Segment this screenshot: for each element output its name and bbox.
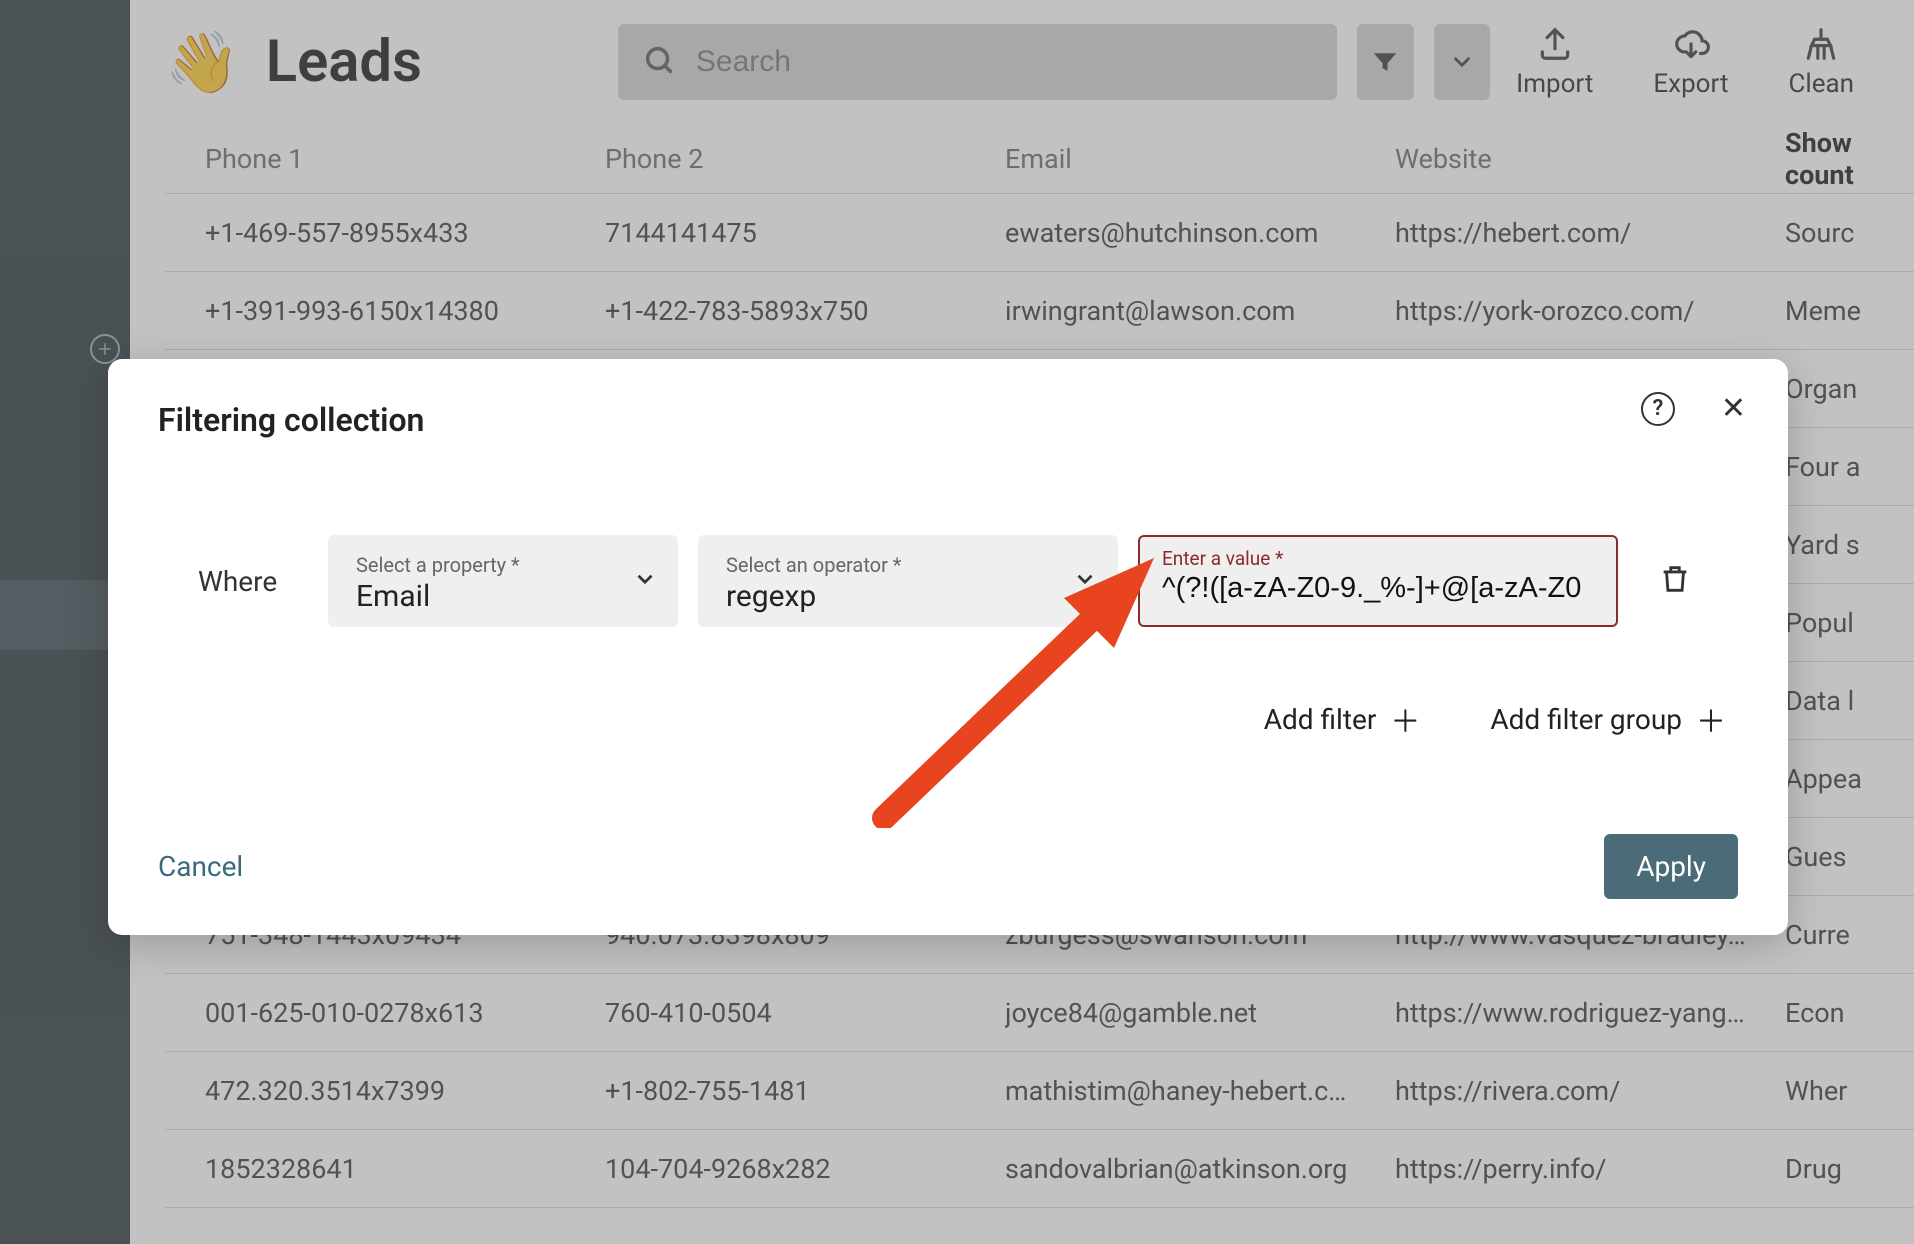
- add-filter-group-label: Add filter group: [1490, 703, 1682, 736]
- property-select[interactable]: Select a property * Email: [328, 535, 678, 627]
- delete-filter-button[interactable]: [1658, 562, 1692, 600]
- apply-button[interactable]: Apply: [1604, 834, 1738, 899]
- chevron-down-icon: [1072, 566, 1098, 596]
- help-icon: ?: [1652, 396, 1663, 421]
- value-float-label: Enter a value *: [1162, 547, 1594, 570]
- close-icon: ✕: [1721, 391, 1746, 426]
- cancel-button[interactable]: Cancel: [158, 850, 243, 883]
- operator-float-label: Select an operator *: [726, 553, 1058, 577]
- filter-modal: ? ✕ Filtering collection Where Select a …: [108, 359, 1788, 935]
- property-value: Email: [356, 579, 618, 614]
- help-button[interactable]: ?: [1641, 392, 1675, 426]
- plus-icon: ＋: [1390, 697, 1420, 741]
- chevron-down-icon: [632, 566, 658, 596]
- operator-value: regexp: [726, 579, 1058, 614]
- modal-title: Filtering collection: [158, 401, 1738, 439]
- where-label: Where: [198, 565, 308, 598]
- add-filter-label: Add filter: [1264, 703, 1377, 736]
- property-float-label: Select a property *: [356, 553, 618, 577]
- value-input[interactable]: [1162, 572, 1594, 605]
- add-filter-group-button[interactable]: Add filter group ＋: [1490, 697, 1726, 741]
- filter-row: Where Select a property * Email Select a…: [198, 535, 1738, 627]
- trash-icon: [1658, 562, 1692, 596]
- modal-footer: Cancel Apply: [158, 834, 1738, 899]
- add-filter-button[interactable]: Add filter ＋: [1264, 697, 1421, 741]
- plus-icon: ＋: [1696, 697, 1726, 741]
- filter-actions: Add filter ＋ Add filter group ＋: [158, 697, 1726, 741]
- close-button[interactable]: ✕: [1721, 391, 1746, 426]
- operator-select[interactable]: Select an operator * regexp: [698, 535, 1118, 627]
- value-input-wrap[interactable]: Enter a value *: [1138, 535, 1618, 627]
